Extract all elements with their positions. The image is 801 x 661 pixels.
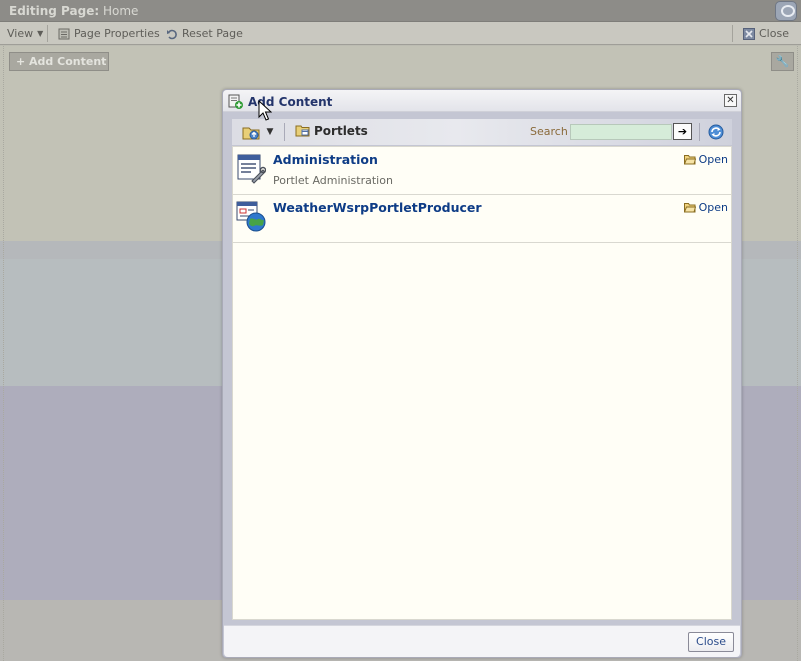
dialog-toolbar: ▼ Portlets Search ➔ <box>232 119 732 145</box>
dialog-header: Add Content ✕ <box>223 90 741 112</box>
add-content-dialog: Add Content ✕ ▼ Portlets Search ➔ Admini… <box>222 89 742 658</box>
breadcrumb[interactable]: Portlets <box>295 123 368 138</box>
add-content-icon <box>228 94 243 109</box>
portlet-name[interactable]: WeatherWsrpPortletProducer <box>273 200 482 215</box>
portlet-list: Administration Portlet Administration Op… <box>232 146 732 620</box>
dialog-close-button[interactable]: ✕ <box>724 94 737 107</box>
portlet-name[interactable]: Administration <box>273 152 378 167</box>
add-content-button[interactable]: + Add Content <box>9 52 109 71</box>
toolbar-separator <box>47 25 48 42</box>
folder-up-icon[interactable] <box>241 123 261 141</box>
folder-open-icon <box>683 203 696 213</box>
toolbar-separator <box>699 123 700 141</box>
toolbar-separator <box>284 123 285 141</box>
reset-page-label: Reset Page <box>182 27 243 40</box>
oracle-logo-icon <box>775 1 797 21</box>
admin-portlet-icon <box>237 154 266 184</box>
close-page-label: Close <box>759 27 789 40</box>
wsrp-producer-icon <box>236 201 266 232</box>
reset-page-button[interactable]: Reset Page <box>166 27 243 40</box>
breadcrumb-label: Portlets <box>314 123 368 138</box>
toolbar-separator <box>732 25 733 42</box>
list-item[interactable]: WeatherWsrpPortletProducer Open <box>233 195 731 243</box>
page-titlebar: Editing Page: Home <box>0 0 801 22</box>
open-label: Open <box>698 153 728 166</box>
dialog-footer: Close <box>224 625 740 657</box>
page-title: Editing Page: Home <box>9 4 139 18</box>
chevron-down-icon[interactable]: ▼ <box>264 123 276 141</box>
portlet-description: Portlet Administration <box>273 174 393 187</box>
open-button[interactable]: Open <box>683 201 728 214</box>
open-label: Open <box>698 201 728 214</box>
mouse-cursor-icon <box>258 100 272 121</box>
search-input[interactable] <box>570 124 672 140</box>
undo-icon <box>167 29 177 39</box>
search-label: Search <box>530 125 568 138</box>
refresh-icon[interactable] <box>706 123 726 141</box>
close-page-button[interactable]: Close <box>743 27 789 40</box>
page-toolbar: View ▼ Page Properties Reset Page Close <box>0 22 801 45</box>
portlets-folder-icon <box>295 125 310 137</box>
list-item[interactable]: Administration Portlet Administration Op… <box>233 147 731 195</box>
close-icon <box>743 27 755 40</box>
close-button[interactable]: Close <box>688 632 734 652</box>
open-button[interactable]: Open <box>683 153 728 166</box>
page-properties-button[interactable]: Page Properties <box>58 27 160 40</box>
page-properties-label: Page Properties <box>74 27 160 40</box>
view-menu-label: View <box>7 27 34 40</box>
chevron-down-icon: ▼ <box>37 29 44 38</box>
search-go-button[interactable]: ➔ <box>673 123 692 140</box>
view-menu[interactable]: View ▼ <box>7 27 43 40</box>
wrench-icon[interactable]: 🔧 <box>771 52 794 71</box>
page-properties-icon <box>58 28 70 39</box>
folder-open-icon <box>683 155 696 165</box>
